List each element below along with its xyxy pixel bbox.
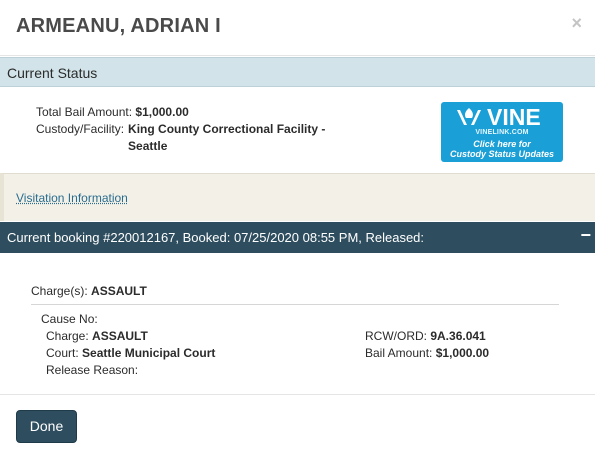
modal-header: ARMEANU, ADRIAN I ×	[0, 0, 595, 56]
vine-custody-updates-button[interactable]: VINE VINELINK.COM Click here for Custody…	[441, 102, 563, 162]
footer-divider	[0, 394, 595, 395]
facility-label: Custody/Facility:	[36, 122, 125, 136]
charge-bail-label: Bail Amount:	[365, 346, 433, 360]
rcw-value: 9A.36.041	[430, 329, 486, 343]
charge-label: Charge:	[46, 329, 89, 343]
rcw-label: RCW/ORD:	[365, 329, 427, 343]
charges-summary: Charge(s): ASSAULT	[31, 284, 147, 298]
release-reason-row: Release Reason:	[46, 362, 138, 379]
current-booking-header[interactable]: Current booking #220012167, Booked: 07/2…	[0, 222, 595, 253]
inmate-details-modal: ARMEANU, ADRIAN I × Current Status Total…	[0, 0, 595, 459]
total-bail-label: Total Bail Amount:	[36, 105, 133, 119]
total-bail-row: Total Bail Amount: $1,000.00	[36, 104, 358, 121]
vine-leaf-icon	[457, 108, 481, 125]
charge-row: Charge: ASSAULT	[46, 328, 148, 345]
facility-row: Custody/Facility: King County Correction…	[36, 121, 358, 155]
vine-logo-text: VINE	[487, 104, 541, 130]
collapse-icon[interactable]: −	[580, 225, 591, 246]
charges-divider	[31, 304, 559, 305]
facility-value: King County Correctional Facility - Seat…	[128, 122, 326, 153]
vine-site-text: VINELINK.COM	[475, 129, 529, 136]
current-status-title: Current Status	[7, 65, 98, 81]
done-button[interactable]: Done	[16, 410, 77, 443]
current-status-header: Current Status	[0, 57, 595, 87]
vine-logo: VINE	[441, 104, 563, 130]
rcw-row: RCW/ORD: 9A.36.041	[365, 328, 486, 345]
charge-bail-value: $1,000.00	[435, 346, 490, 360]
vine-cta-line1: Click here for	[473, 139, 531, 149]
vine-cta-line2: Custody Status Updates	[449, 149, 554, 159]
charge-bail-row: Bail Amount: $1,000.00	[365, 345, 489, 362]
cause-number-row: Cause No:	[41, 311, 98, 328]
status-details: Total Bail Amount: $1,000.00 Custody/Fac…	[36, 104, 358, 155]
total-bail-value: $1,000.00	[135, 105, 189, 119]
court-label: Court:	[46, 346, 79, 360]
close-icon[interactable]: ×	[571, 13, 582, 33]
visitation-panel: Visitation Information	[0, 173, 595, 221]
cause-label: Cause No:	[41, 312, 98, 326]
current-booking-title: Current booking #220012167, Booked: 07/2…	[7, 230, 425, 245]
release-reason-label: Release Reason:	[46, 363, 139, 377]
court-row: Court: Seattle Municipal Court	[46, 345, 215, 362]
court-value: Seattle Municipal Court	[82, 346, 216, 360]
inmate-name-title: ARMEANU, ADRIAN I	[16, 15, 221, 37]
charge-value: ASSAULT	[92, 329, 148, 343]
charges-label: Charge(s):	[31, 284, 88, 298]
charges-value: ASSAULT	[91, 284, 147, 298]
visitation-information-link[interactable]: Visitation Information	[16, 191, 128, 205]
